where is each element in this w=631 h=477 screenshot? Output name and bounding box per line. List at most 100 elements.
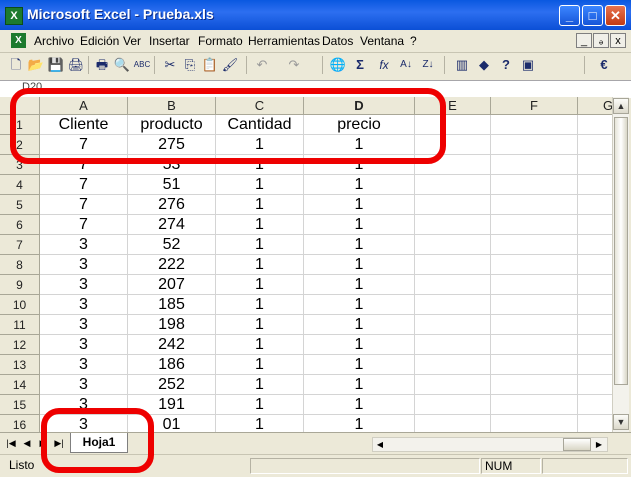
excel-app-icon[interactable]: X [5, 7, 23, 25]
table-cell[interactable]: 185 [128, 295, 216, 315]
table-cell[interactable]: 1 [304, 395, 415, 415]
row-header[interactable]: 15 [0, 395, 40, 415]
table-cell[interactable] [491, 395, 578, 415]
table-cell[interactable]: 3 [40, 375, 128, 395]
scroll-right-icon[interactable]: ▶ [593, 438, 605, 451]
table-cell[interactable]: 1 [304, 235, 415, 255]
table-cell[interactable]: 1 [216, 235, 304, 255]
table-cell[interactable] [415, 415, 491, 432]
last-sheet-icon[interactable]: ▶| [52, 436, 66, 451]
table-cell[interactable] [491, 155, 578, 175]
print-icon[interactable]: 🖶 [92, 55, 112, 75]
table-cell[interactable] [578, 155, 612, 175]
next-sheet-icon[interactable]: ▶ [36, 436, 50, 451]
column-header[interactable]: D [304, 97, 415, 115]
menu-ver[interactable]: Ver [123, 34, 141, 48]
table-cell[interactable] [491, 255, 578, 275]
column-header[interactable]: B [128, 97, 216, 115]
table-cell[interactable] [578, 255, 612, 275]
table-cell[interactable]: 198 [128, 315, 216, 335]
table-cell[interactable]: 7 [40, 175, 128, 195]
horizontal-scrollbar[interactable]: ◀ ▶ [372, 437, 608, 452]
row-header[interactable]: 9 [0, 275, 40, 295]
table-cell[interactable]: 252 [128, 375, 216, 395]
table-cell[interactable] [578, 115, 612, 135]
minimize-button[interactable]: _ [559, 5, 580, 26]
table-cell[interactable]: 53 [128, 155, 216, 175]
table-cell[interactable]: 3 [40, 315, 128, 335]
table-cell[interactable] [491, 275, 578, 295]
menu-herramientas[interactable]: Herramientas [248, 34, 320, 48]
table-cell[interactable] [491, 315, 578, 335]
table-cell[interactable]: 3 [40, 255, 128, 275]
table-cell[interactable]: 51 [128, 175, 216, 195]
redo-icon[interactable]: ↷ [284, 55, 304, 75]
table-cell[interactable]: producto [128, 115, 216, 135]
table-cell[interactable] [415, 115, 491, 135]
table-cell[interactable]: 7 [40, 215, 128, 235]
table-cell[interactable]: 1 [304, 355, 415, 375]
table-cell[interactable] [415, 335, 491, 355]
help-icon[interactable]: ? [496, 55, 516, 75]
save-icon[interactable]: 💾 [46, 55, 66, 75]
table-cell[interactable]: 3 [40, 275, 128, 295]
menu-insertar[interactable]: Insertar [149, 34, 190, 48]
table-cell[interactable] [491, 355, 578, 375]
sheet-tab-hoja1[interactable]: Hoja1 [70, 433, 128, 453]
menu-ventana[interactable]: Ventana [360, 34, 404, 48]
table-cell[interactable]: 1 [216, 255, 304, 275]
table-cell[interactable] [491, 375, 578, 395]
column-header[interactable]: C [216, 97, 304, 115]
table-cell[interactable] [415, 375, 491, 395]
table-cell[interactable]: 7 [40, 155, 128, 175]
copy-icon[interactable]: ⎘ [180, 55, 200, 75]
table-cell[interactable]: 7 [40, 195, 128, 215]
row-header[interactable]: 11 [0, 315, 40, 335]
table-cell[interactable] [491, 235, 578, 255]
table-cell[interactable] [415, 175, 491, 195]
table-cell[interactable] [491, 335, 578, 355]
row-header[interactable]: 4 [0, 175, 40, 195]
select-all-corner[interactable] [0, 97, 40, 115]
name-box[interactable]: D20 [22, 81, 112, 96]
table-cell[interactable]: 1 [216, 355, 304, 375]
table-cell[interactable] [415, 155, 491, 175]
table-cell[interactable]: 275 [128, 135, 216, 155]
table-cell[interactable]: 1 [216, 275, 304, 295]
table-cell[interactable]: 1 [304, 175, 415, 195]
table-cell[interactable] [578, 295, 612, 315]
menu-formato[interactable]: Formato [198, 34, 243, 48]
table-cell[interactable] [415, 355, 491, 375]
row-header[interactable]: 10 [0, 295, 40, 315]
table-cell[interactable]: 1 [304, 415, 415, 432]
horizontal-scroll-thumb[interactable] [563, 438, 591, 451]
row-header[interactable]: 7 [0, 235, 40, 255]
table-cell[interactable]: 1 [304, 215, 415, 235]
row-header[interactable]: 2 [0, 135, 40, 155]
table-cell[interactable] [415, 275, 491, 295]
table-cell[interactable]: 1 [216, 295, 304, 315]
table-cell[interactable]: 3 [40, 295, 128, 315]
table-cell[interactable]: 191 [128, 395, 216, 415]
row-header[interactable]: 6 [0, 215, 40, 235]
table-cell[interactable] [415, 135, 491, 155]
table-cell[interactable]: 3 [40, 395, 128, 415]
row-header[interactable]: 3 [0, 155, 40, 175]
table-cell[interactable] [578, 135, 612, 155]
table-cell[interactable]: 276 [128, 195, 216, 215]
table-cell[interactable]: 52 [128, 235, 216, 255]
doc-minimize-button[interactable]: _ [576, 33, 592, 48]
scroll-left-icon[interactable]: ◀ [375, 438, 385, 451]
new-icon[interactable]: 🗋 [6, 55, 26, 75]
row-header[interactable]: 5 [0, 195, 40, 215]
table-cell[interactable]: 1 [216, 195, 304, 215]
table-cell[interactable] [415, 395, 491, 415]
table-cell[interactable]: 1 [304, 335, 415, 355]
table-cell[interactable]: 3 [40, 415, 128, 432]
table-cell[interactable]: 1 [304, 375, 415, 395]
table-cell[interactable] [415, 235, 491, 255]
table-cell[interactable]: 1 [304, 295, 415, 315]
table-cell[interactable] [578, 175, 612, 195]
table-cell[interactable]: 1 [216, 415, 304, 432]
table-cell[interactable]: 7 [40, 135, 128, 155]
